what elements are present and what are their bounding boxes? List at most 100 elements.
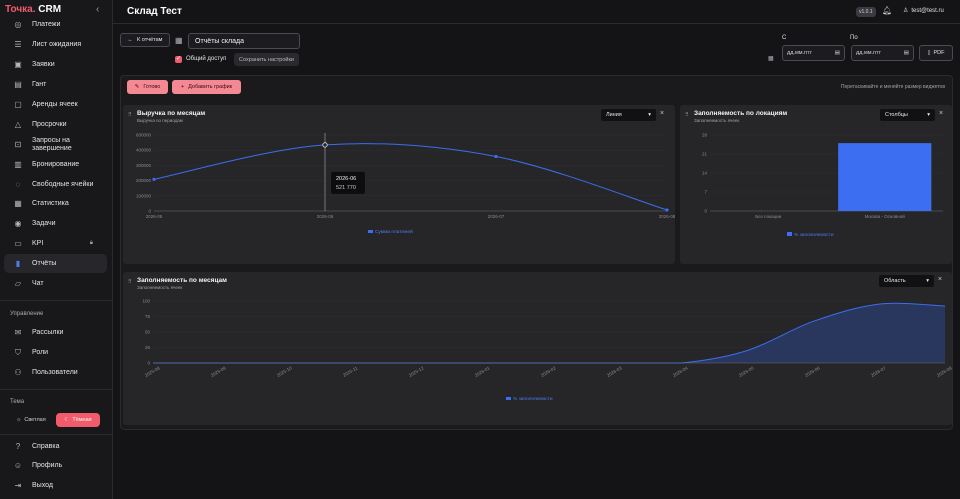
x-tick-label: 2025-12: [408, 365, 425, 378]
x-tick-label: 2025-10: [276, 365, 293, 378]
y-tick-label: 14: [702, 171, 708, 176]
sidebar-item-roles[interactable]: ⛉ Роли: [4, 343, 107, 362]
tooltip-value: 521 770: [336, 185, 356, 191]
legend-label: % заполняемости: [794, 232, 834, 238]
sidebar-item-overdue[interactable]: △ Просрочки: [4, 115, 107, 134]
sidebar-item-payments[interactable]: ◎ Платежи: [4, 15, 107, 34]
logout-icon: ⇥: [14, 481, 22, 490]
y-tick-label: 75: [145, 314, 151, 319]
area-fill: [153, 303, 945, 363]
bell-icon[interactable]: 🔔︎: [882, 6, 892, 15]
y-tick-label: 600000: [136, 133, 152, 138]
x-tick-label: 2026-06: [317, 214, 334, 219]
legend-label: % заполняемости: [513, 396, 553, 402]
y-tick-label: 28: [702, 133, 708, 138]
data-point: [152, 177, 156, 181]
done-button[interactable]: ✎ Готово: [127, 80, 168, 94]
chat-icon: ▱: [14, 279, 22, 288]
theme-dark-button[interactable]: ☾ Тёмная: [56, 413, 100, 427]
sidebar-item-profile[interactable]: ☺ Профиль: [4, 456, 107, 475]
main-area: Склад Тест v1.0.1 🔔︎ ♙ test@test.ru ← К от…: [113, 0, 960, 499]
sidebar-item-end-requests[interactable]: ⊡ Запросы на завершение: [4, 135, 107, 154]
users-icon: ⚇: [14, 368, 22, 377]
widget-occupancy-months[interactable]: ⠿ Заполняемость по месяцам Заполняемость…: [123, 272, 952, 425]
y-tick-label: 0: [704, 209, 707, 214]
sidebar-item-booking[interactable]: ▥ Бронирование: [4, 155, 107, 174]
divider: [0, 389, 112, 390]
pdf-button[interactable]: ▯ PDF: [919, 45, 953, 61]
y-tick-label: 300000: [136, 163, 152, 168]
chevron-left-icon[interactable]: ‹: [96, 4, 99, 15]
sidebar-item-reports[interactable]: ▮ Отчёты: [4, 254, 107, 273]
y-tick-label: 0: [148, 209, 151, 214]
sidebar-item-users[interactable]: ⚇ Пользователи: [4, 363, 107, 382]
user-icon: ♙: [903, 8, 909, 14]
x-tick-label: Без локации: [755, 214, 782, 219]
user-menu[interactable]: ♙ test@test.ru: [903, 7, 944, 14]
sidebar-item-gantt[interactable]: ▤ Гант: [4, 75, 107, 94]
x-tick-label: Москва - Основной: [865, 213, 905, 219]
series-line: [153, 143, 668, 211]
legend-swatch: [506, 397, 511, 400]
stats-icon: ▦: [14, 199, 22, 208]
report-icon: ▮: [15, 259, 21, 268]
x-tick-label: 2026-05: [738, 365, 755, 378]
tasks-icon: ◉: [14, 219, 22, 228]
calendar-icon: ▤: [903, 50, 909, 56]
box-icon: ▢: [14, 100, 22, 109]
section-title-management: Управление: [10, 311, 44, 317]
sidebar-item-rentals[interactable]: ▢ Аренды ячеек: [4, 95, 107, 114]
sidebar-item-help[interactable]: ? Справка: [4, 437, 107, 456]
sidebar-item-waitlist[interactable]: ☰ Лист ожидания: [4, 35, 107, 54]
data-point: [665, 208, 669, 212]
bar: [838, 143, 932, 211]
sidebar-item-tasks[interactable]: ◉ Задачи: [4, 214, 107, 233]
sun-icon: ☼: [16, 417, 22, 423]
theme-light-button[interactable]: ☼ Светлая: [9, 413, 53, 427]
sidebar-item-mailings[interactable]: ✉ Рассылки: [4, 323, 107, 342]
dashboard-canvas: ✎ Готово + Добавить график Перетаскивайте …: [120, 75, 953, 430]
payments-icon: ◎: [14, 20, 22, 29]
logo[interactable]: Точка. CRM: [5, 4, 61, 15]
booking-icon: ▥: [14, 160, 22, 169]
sidebar-item-free-cells[interactable]: ◌ Свободные ячейки: [4, 175, 107, 194]
page-title: Склад Тест: [127, 6, 182, 17]
tooltip-label: 2026-06: [336, 176, 356, 182]
widget-revenue[interactable]: ⠿ Выручка по месяцам Выручка по периодам…: [123, 105, 675, 264]
help-icon: ?: [15, 442, 21, 451]
data-point: [322, 142, 328, 148]
date-from-input[interactable]: дд.мм.гггг ▤: [782, 45, 845, 61]
sidebar-item-kpi[interactable]: ▭ KPI 🔒︎: [4, 234, 107, 253]
widget-occupancy-locations[interactable]: ⠿ Заполняемость по локациям Заполняемост…: [680, 105, 952, 264]
x-tick-label: 2026-07: [488, 214, 505, 219]
x-tick-label: 2026-03: [606, 365, 623, 378]
legend-label: Сумма платежей: [375, 228, 413, 235]
top-bar: Склад Тест v1.0.1 🔔︎ ♙ test@test.ru: [113, 0, 960, 24]
x-tick-label: 2026-04: [672, 365, 689, 378]
pencil-icon: ✎: [134, 84, 140, 90]
revenue-line-chart: 0 100000 200000 300000 400000 600000 2026-05 20…: [136, 133, 675, 236]
y-tick-label: 25: [145, 345, 151, 350]
save-settings-button[interactable]: Сохранить настройки: [234, 53, 299, 66]
requests-icon: ▣: [14, 60, 22, 69]
sidebar-item-logout[interactable]: ⇥ Выход: [4, 476, 107, 495]
date-to-input[interactable]: дд.мм.гггг ▤: [851, 45, 914, 61]
divider: [0, 300, 112, 301]
section-title-theme: Тема: [10, 399, 25, 405]
x-tick-label: 2026-08: [936, 365, 952, 378]
add-chart-button[interactable]: + Добавить график: [172, 80, 241, 94]
version-badge: v1.0.1: [856, 7, 876, 17]
report-name-input[interactable]: Отчёты склада: [188, 33, 300, 49]
x-tick-label: 2025-11: [342, 365, 359, 378]
sidebar-item-statistics[interactable]: ▦ Статистика: [4, 194, 107, 213]
sidebar: Точка. CRM ‹ ◎ Платежи ☰ Лист ожидания ▣ За…: [0, 0, 113, 499]
shared-access-checkbox[interactable]: ✓: [175, 56, 182, 63]
sidebar-item-requests[interactable]: ▣ Заявки: [4, 55, 107, 74]
sidebar-item-chat[interactable]: ▱ Чат: [4, 274, 107, 293]
back-button[interactable]: ← К отчётам: [120, 33, 170, 47]
mail-icon: ✉: [14, 328, 22, 337]
gantt-icon: ▤: [14, 80, 22, 89]
theme-switcher: ☼ Светлая ☾ Тёмная: [9, 413, 100, 427]
request-end-icon: ⊡: [14, 139, 22, 149]
y-tick-label: 100: [142, 299, 150, 304]
